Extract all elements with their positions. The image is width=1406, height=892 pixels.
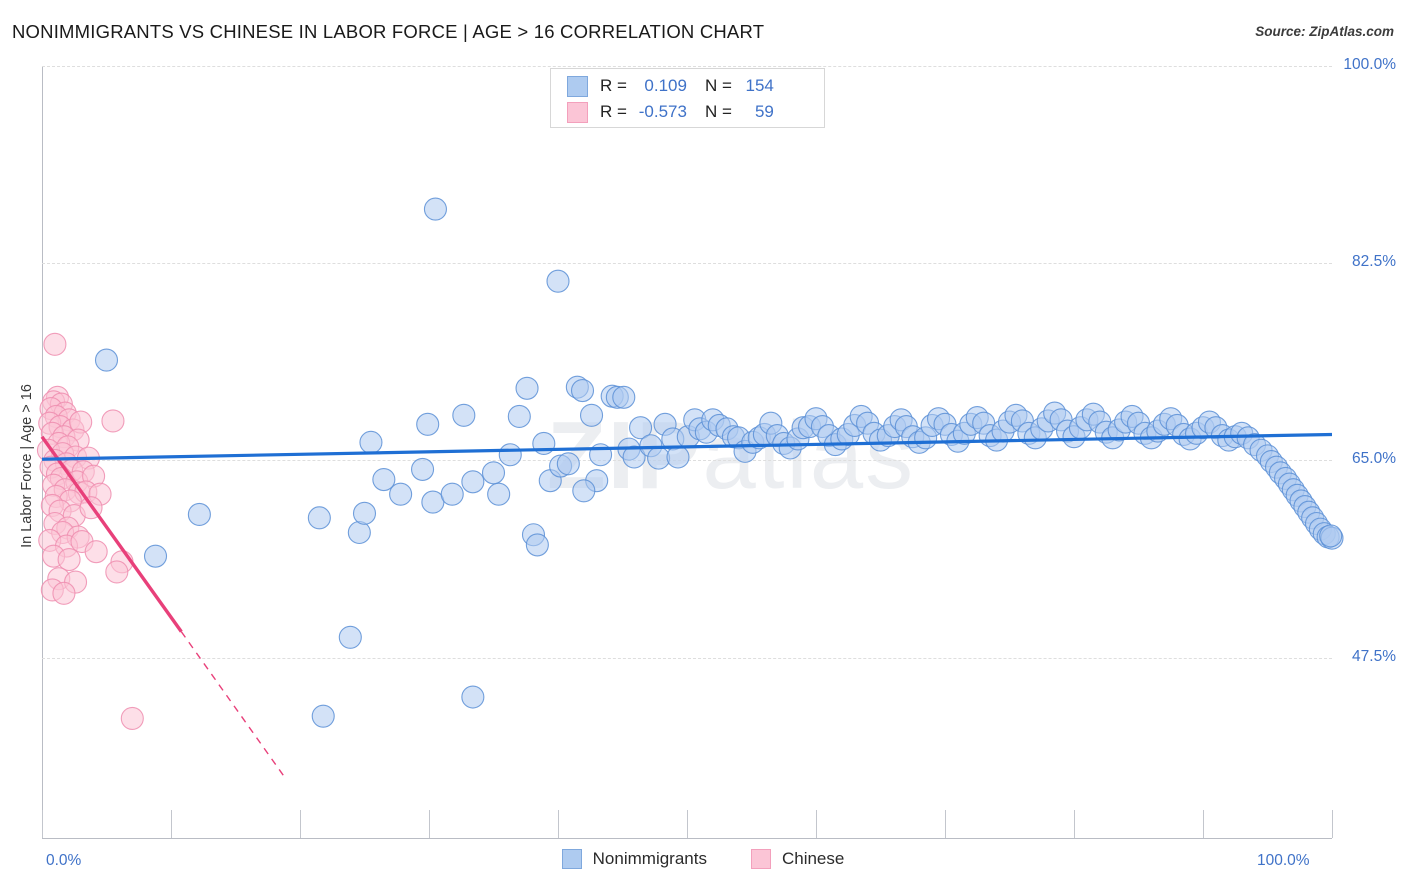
y-tick-label: 82.5% <box>1352 253 1396 271</box>
y-tick-label: 100.0% <box>1343 56 1396 73</box>
legend-label-nonimmigrants: Nonimmigrants <box>592 849 707 868</box>
data-point <box>101 409 125 433</box>
data-point <box>556 452 580 476</box>
x-tick-mark <box>42 810 43 838</box>
stats-legend-n-value-blue: 154 <box>745 76 774 95</box>
data-point <box>461 470 485 494</box>
stats-legend-n-value-pink: 59 <box>754 102 774 121</box>
stats-legend-r-value-pink: -0.573 <box>638 102 687 121</box>
data-point <box>515 376 539 400</box>
data-point <box>410 457 435 481</box>
stats-legend: R = 0.109 N = 154 R = -0.573 N = 59 <box>550 68 825 128</box>
x-tick-mark <box>558 810 559 838</box>
data-point <box>546 269 570 293</box>
data-point <box>120 706 144 730</box>
x-tick-mark <box>171 810 172 838</box>
data-point <box>416 412 440 436</box>
data-point <box>57 547 81 572</box>
data-point <box>307 506 331 530</box>
legend-label-chinese: Chinese <box>781 849 845 868</box>
stats-legend-row-nonimmigrants: R = 0.109 N = 154 <box>567 73 774 99</box>
data-point <box>452 403 476 427</box>
x-tick-mark <box>945 810 946 838</box>
plot-area: ZIPatlas <box>36 66 1344 839</box>
y-tick-label: 47.5% <box>1352 647 1396 665</box>
data-point <box>570 378 595 403</box>
data-point <box>338 625 362 649</box>
data-point <box>52 581 76 605</box>
data-point <box>498 443 522 467</box>
data-point <box>461 685 485 709</box>
data-point <box>105 560 129 584</box>
x-tick-mark <box>429 810 430 838</box>
pink-trendline-extension <box>180 631 286 778</box>
stats-legend-swatch-blue <box>567 75 588 97</box>
series-legend: Nonimmigrants Chinese <box>0 849 1406 869</box>
correlation-chart: NONIMMIGRANTS VS CHINESE IN LABOR FORCE … <box>0 0 1406 892</box>
x-tick-mark <box>816 810 817 838</box>
scatter-plot-svg <box>36 197 1344 778</box>
data-point <box>359 430 383 454</box>
stats-legend-swatch-pink <box>567 101 588 123</box>
x-tick-mark <box>300 810 301 838</box>
data-point <box>572 479 596 503</box>
data-point <box>43 332 67 356</box>
source-attribution: Source: ZipAtlas.com <box>1255 24 1394 39</box>
data-point <box>440 482 464 506</box>
stats-legend-r-value-blue: 0.109 <box>644 76 687 95</box>
data-point <box>647 446 671 470</box>
data-point <box>525 533 549 557</box>
x-tick-mark <box>1074 810 1075 838</box>
legend-item-chinese[interactable]: Chinese <box>750 849 845 869</box>
data-point <box>1319 524 1343 548</box>
stats-legend-n-label-pink: N = <box>704 102 732 121</box>
data-point <box>579 403 604 427</box>
page-title: NONIMMIGRANTS VS CHINESE IN LABOR FORCE … <box>12 21 765 42</box>
stats-legend-r-label-pink: R = <box>600 102 627 121</box>
data-point <box>187 502 211 527</box>
data-point <box>423 197 448 221</box>
data-point <box>507 404 531 428</box>
data-point <box>347 520 371 545</box>
data-point <box>389 482 413 506</box>
stats-legend-n-label-blue: N = <box>704 76 732 95</box>
x-tick-mark <box>687 810 688 838</box>
data-point <box>143 544 168 568</box>
legend-swatch-chinese <box>750 849 771 869</box>
x-tick-mark <box>1332 810 1333 838</box>
data-point <box>487 482 511 506</box>
data-point <box>352 501 377 525</box>
data-point <box>666 445 690 469</box>
y-axis-title: In Labor Force | Age > 16 <box>0 0 35 892</box>
data-point <box>84 540 108 564</box>
y-tick-label: 65.0% <box>1352 450 1396 468</box>
stats-legend-r-label-blue: R = <box>600 76 627 95</box>
y-axis-title-text: In Labor Force | Age > 16 <box>19 384 35 548</box>
data-point <box>481 461 506 485</box>
data-point <box>94 348 119 372</box>
data-point <box>612 385 636 409</box>
legend-swatch-nonimmigrants <box>561 849 582 869</box>
data-point <box>421 490 445 514</box>
data-point <box>311 704 335 728</box>
x-tick-mark <box>1203 810 1204 838</box>
stats-legend-row-chinese: R = -0.573 N = 59 <box>567 99 774 125</box>
legend-item-nonimmigrants[interactable]: Nonimmigrants <box>561 849 707 869</box>
